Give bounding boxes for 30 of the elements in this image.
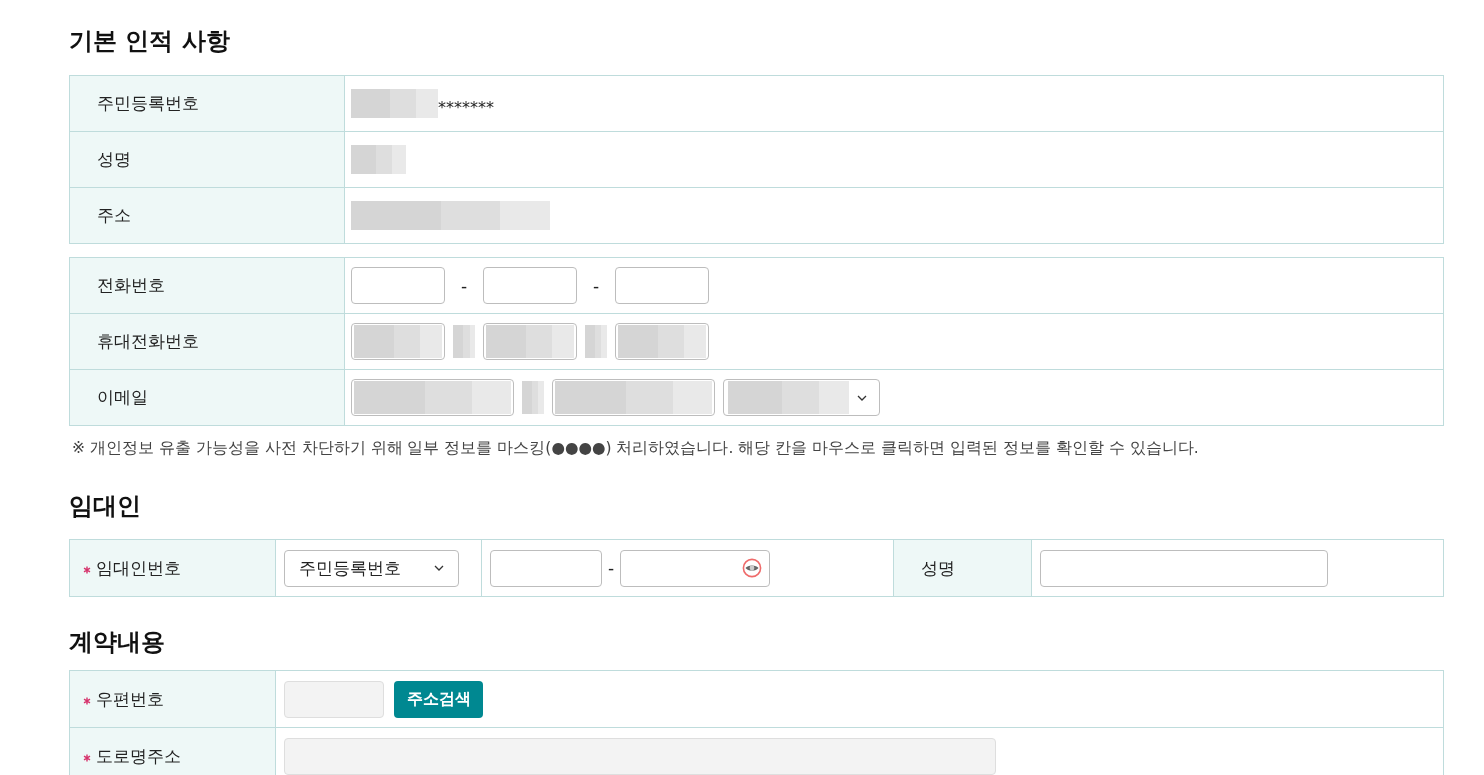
field-label: 전화번호 (97, 274, 165, 297)
input-field[interactable] (490, 549, 602, 587)
field-label: 우편번호 (96, 687, 164, 711)
input-field[interactable] (620, 549, 770, 587)
section-title: 기본 인적 사항 (69, 26, 230, 56)
caret-icon (857, 394, 867, 401)
input-field[interactable] (351, 267, 445, 304)
caret-icon (434, 565, 444, 571)
field-label: 도로명주소 (96, 744, 181, 768)
input-field[interactable] (483, 267, 577, 304)
dash-separator: - (459, 275, 469, 296)
section-title: 임대인 (69, 491, 141, 521)
field-label: 주민등록번호 (97, 92, 199, 115)
input-field[interactable] (1040, 549, 1328, 587)
eye-icon[interactable] (742, 558, 762, 578)
id-type-dropdown[interactable]: 주민등록번호 (284, 549, 459, 587)
field-label: 임대인번호 (96, 556, 181, 580)
dash-separator: - (606, 558, 616, 578)
field-label: 성명 (97, 148, 131, 171)
field-label: 이메일 (97, 386, 148, 409)
section-title: 계약내용 (69, 627, 165, 657)
field-label: 휴대전화번호 (97, 330, 199, 353)
address-search-button[interactable]: 주소검색 (394, 680, 483, 718)
field-label: 주소 (97, 204, 131, 227)
dropdown[interactable] (723, 379, 880, 416)
field-label: 성명 (921, 556, 955, 580)
input-field[interactable] (615, 267, 709, 304)
dash-separator: - (591, 275, 601, 296)
masked-value: ******* (438, 98, 494, 117)
notice-text: ※ 개인정보 유출 가능성을 사전 차단하기 위해 일부 정보를 마스킹(●●●●) 처리하였습니다. 해당 칸을 마우스로 클릭하면 입력된 정보를 확인할 수 있습니다. (72, 438, 1199, 459)
